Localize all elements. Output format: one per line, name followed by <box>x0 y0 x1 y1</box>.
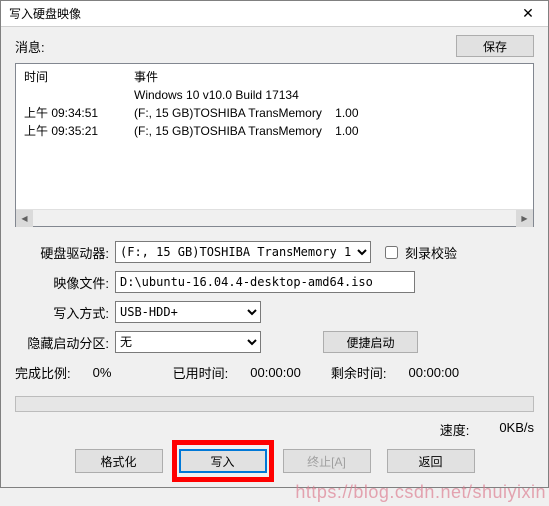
save-button[interactable]: 保存 <box>456 35 534 57</box>
done-value: 0% <box>93 365 143 380</box>
method-select[interactable]: USB-HDD+ <box>115 301 261 323</box>
log-header: 时间 事件 <box>24 68 525 86</box>
portable-boot-button[interactable]: 便捷启动 <box>323 331 418 353</box>
speed-row: 速度: 0KB/s <box>15 420 534 439</box>
remain-label: 剩余时间: <box>331 363 387 382</box>
hidden-label: 隐藏启动分区: <box>15 333 115 352</box>
progress-bar <box>15 396 534 412</box>
log-time: 上午 09:35:21 <box>24 122 134 140</box>
log-event: (F:, 15 GB)TOSHIBA TransMemory 1.00 <box>134 104 359 122</box>
form: 硬盘驱动器: (F:, 15 GB)TOSHIBA TransMemory 1.… <box>15 241 534 473</box>
title-bar: 写入硬盘映像 ✕ <box>1 1 548 27</box>
log-time: 上午 09:34:51 <box>24 104 134 122</box>
verify-label: 刻录校验 <box>405 243 457 262</box>
write-highlight: 写入 <box>172 440 274 482</box>
log-row: Windows 10 v10.0 Build 17134 <box>24 86 525 104</box>
log-time <box>24 86 134 104</box>
method-row: 写入方式: USB-HDD+ <box>15 301 534 323</box>
log-event: Windows 10 v10.0 Build 17134 <box>134 86 299 104</box>
format-button[interactable]: 格式化 <box>75 449 163 473</box>
verify-checkbox-wrap[interactable]: 刻录校验 <box>381 243 457 262</box>
elapsed-value: 00:00:00 <box>250 365 301 380</box>
verify-checkbox[interactable] <box>385 246 398 259</box>
drive-row: 硬盘驱动器: (F:, 15 GB)TOSHIBA TransMemory 1.… <box>15 241 534 263</box>
log-col-time: 时间 <box>24 68 134 86</box>
image-field[interactable] <box>115 271 415 293</box>
close-icon[interactable]: ✕ <box>508 1 548 27</box>
write-button[interactable]: 写入 <box>179 449 267 473</box>
scroll-right-icon[interactable]: ▶ <box>516 210 533 227</box>
dialog-body: 消息: 保存 时间 事件 Windows 10 v10.0 Build 1713… <box>1 27 548 487</box>
progress-wrap <box>15 396 534 412</box>
hidden-row: 隐藏启动分区: 无 便捷启动 <box>15 331 534 353</box>
message-row: 消息: 保存 <box>15 35 534 57</box>
stats-row: 完成比例: 0% 已用时间: 00:00:00 剩余时间: 00:00:00 <box>15 363 534 382</box>
remain-value: 00:00:00 <box>408 365 459 380</box>
scroll-left-icon[interactable]: ◀ <box>16 210 33 227</box>
horizontal-scrollbar[interactable]: ◀ ▶ <box>16 209 533 226</box>
elapsed-label: 已用时间: <box>173 363 229 382</box>
log-content: 时间 事件 Windows 10 v10.0 Build 17134 上午 09… <box>16 64 533 144</box>
method-label: 写入方式: <box>15 303 115 322</box>
log-event: (F:, 15 GB)TOSHIBA TransMemory 1.00 <box>134 122 359 140</box>
log-row: 上午 09:34:51 (F:, 15 GB)TOSHIBA TransMemo… <box>24 104 525 122</box>
dialog-window: 写入硬盘映像 ✕ 消息: 保存 时间 事件 Windows 10 v10.0 B… <box>0 0 549 488</box>
log-panel: 时间 事件 Windows 10 v10.0 Build 17134 上午 09… <box>15 63 534 227</box>
message-label: 消息: <box>15 37 45 56</box>
image-row: 映像文件: <box>15 271 534 293</box>
bottom-buttons: 格式化 写入 终止[A] 返回 <box>15 449 534 473</box>
speed-label: 速度: <box>440 420 470 439</box>
abort-button: 终止[A] <box>283 449 371 473</box>
window-title: 写入硬盘映像 <box>9 5 81 22</box>
drive-select[interactable]: (F:, 15 GB)TOSHIBA TransMemory 1.00 <box>115 241 371 263</box>
hidden-select[interactable]: 无 <box>115 331 261 353</box>
speed-value: 0KB/s <box>499 420 534 439</box>
done-label: 完成比例: <box>15 363 71 382</box>
drive-label: 硬盘驱动器: <box>15 243 115 262</box>
log-col-event: 事件 <box>134 68 158 86</box>
back-button[interactable]: 返回 <box>387 449 475 473</box>
log-row: 上午 09:35:21 (F:, 15 GB)TOSHIBA TransMemo… <box>24 122 525 140</box>
image-label: 映像文件: <box>15 273 115 292</box>
